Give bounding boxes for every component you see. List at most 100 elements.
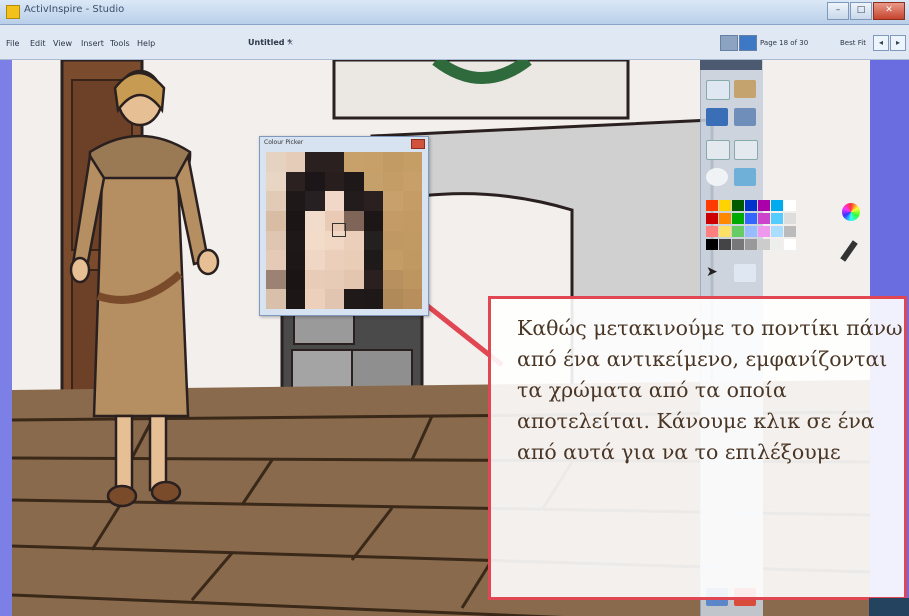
pixel-cell[interactable] (344, 152, 364, 172)
pixel-cell[interactable] (285, 152, 305, 172)
pixel-cell[interactable] (266, 289, 286, 309)
pixel-cell[interactable] (363, 250, 383, 270)
menu-help[interactable]: Help (137, 39, 155, 48)
pixel-cell[interactable] (363, 171, 383, 192)
pixel-cell[interactable] (324, 171, 344, 192)
pixel-cell[interactable] (383, 171, 403, 192)
colour-swatch[interactable] (719, 213, 731, 224)
pixel-cell[interactable] (344, 171, 364, 192)
maximize-button[interactable]: □ (850, 2, 872, 20)
pixel-cell[interactable] (383, 191, 403, 211)
menu-tools[interactable]: Tools (110, 39, 130, 48)
pixel-cell[interactable] (402, 171, 422, 192)
zoom-tool[interactable] (734, 108, 756, 126)
pixel-cell[interactable] (402, 152, 422, 172)
pixel-cell[interactable] (363, 210, 383, 231)
pixel-cell[interactable] (344, 230, 364, 251)
colour-swatch[interactable] (706, 239, 718, 250)
colour-swatch[interactable] (745, 200, 757, 211)
pixel-cell[interactable] (285, 230, 305, 251)
pixel-cell[interactable] (402, 210, 422, 231)
pixel-cell[interactable] (285, 191, 305, 211)
pixel-cell[interactable] (383, 210, 403, 231)
pixel-cell[interactable] (266, 250, 286, 270)
pixel-cell[interactable] (344, 269, 364, 290)
pixel-cell[interactable] (383, 230, 403, 251)
menu-insert[interactable]: Insert (81, 39, 104, 48)
document-tab-close[interactable]: × (287, 38, 294, 47)
colour-swatch[interactable] (784, 200, 796, 211)
menu-edit[interactable]: Edit (30, 39, 46, 48)
colour-swatch[interactable] (745, 213, 757, 224)
pixel-cell[interactable] (266, 171, 286, 192)
pixel-cell[interactable] (363, 152, 383, 172)
zoom-select[interactable]: Best Fit (840, 39, 866, 47)
pixel-cell[interactable] (305, 152, 325, 172)
menu-file[interactable]: File (6, 39, 19, 48)
colour-swatch[interactable] (706, 200, 718, 211)
pixel-cell[interactable] (285, 269, 305, 290)
eyedropper-tool[interactable] (734, 168, 756, 186)
pixel-cell[interactable] (344, 250, 364, 270)
colour-swatch[interactable] (706, 213, 718, 224)
pixel-cell[interactable] (305, 210, 325, 231)
pixel-cell[interactable] (363, 289, 383, 309)
colour-swatch[interactable] (771, 226, 783, 237)
colour-swatch[interactable] (719, 239, 731, 250)
pixel-cell[interactable] (324, 289, 344, 309)
next-page-button[interactable]: ▸ (890, 35, 906, 51)
document-tab[interactable]: Untitled * (248, 38, 291, 47)
pixel-cell[interactable] (383, 269, 403, 290)
select-arrow-icon[interactable]: ➤ (706, 264, 728, 282)
pixel-cell[interactable] (266, 191, 286, 211)
colour-swatch[interactable] (758, 239, 770, 250)
colour-swatch[interactable] (719, 200, 731, 211)
resource-tool[interactable] (706, 108, 728, 126)
colour-swatch[interactable] (758, 226, 770, 237)
colour-swatch[interactable] (745, 239, 757, 250)
pen-tool[interactable] (706, 168, 728, 186)
pixel-cell[interactable] (402, 289, 422, 309)
pixel-cell[interactable] (266, 230, 286, 251)
colour-swatch[interactable] (745, 226, 757, 237)
pixel-cell[interactable] (402, 269, 422, 290)
pixel-cell[interactable] (285, 210, 305, 231)
pixel-cell[interactable] (285, 171, 305, 192)
menu-view[interactable]: View (53, 39, 72, 48)
colour-swatch[interactable] (771, 239, 783, 250)
pixel-cell[interactable] (305, 230, 325, 251)
pixel-cell[interactable] (305, 289, 325, 309)
colour-swatch[interactable] (784, 213, 796, 224)
reset-tool[interactable] (734, 140, 758, 160)
pixel-cell[interactable] (324, 191, 344, 211)
colour-swatch[interactable] (784, 239, 796, 250)
close-window-button[interactable]: ✕ (873, 2, 905, 20)
minimize-button[interactable]: – (827, 2, 849, 20)
pixel-cell[interactable] (402, 191, 422, 211)
previous-page-button[interactable]: ◂ (873, 35, 889, 51)
pixel-cell[interactable] (266, 152, 286, 172)
colour-swatch[interactable] (784, 226, 796, 237)
profile-tool[interactable] (734, 80, 756, 98)
pixel-cell[interactable] (383, 289, 403, 309)
colour-swatch[interactable] (771, 200, 783, 211)
colour-picker-tool[interactable] (734, 264, 756, 282)
page-browser-icon[interactable] (720, 35, 738, 51)
pixel-cell[interactable] (344, 191, 364, 211)
desktop-icon[interactable] (739, 35, 757, 51)
pixel-cell[interactable] (305, 250, 325, 270)
colour-picker-close-button[interactable] (411, 139, 425, 149)
colour-swatch[interactable] (706, 226, 718, 237)
clear-tool[interactable] (706, 140, 730, 160)
pixel-cell[interactable] (402, 230, 422, 251)
pixel-cell[interactable] (363, 230, 383, 251)
pixel-cell[interactable] (363, 191, 383, 211)
colour-swatch[interactable] (719, 226, 731, 237)
pixel-cell[interactable] (324, 269, 344, 290)
pixel-cell[interactable] (383, 250, 403, 270)
pixel-cell[interactable] (402, 250, 422, 270)
pixel-cell[interactable] (305, 171, 325, 192)
pixel-cell[interactable] (344, 289, 364, 309)
page-tool[interactable] (706, 80, 730, 100)
colour-swatch[interactable] (732, 226, 744, 237)
